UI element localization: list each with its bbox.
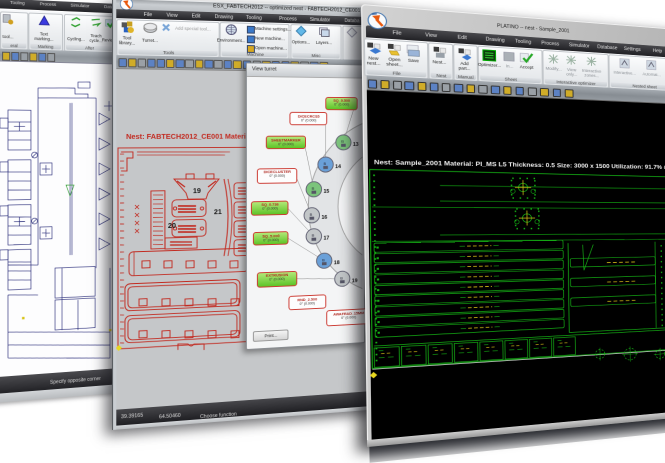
svg-text:16: 16	[322, 215, 329, 221]
svg-text:14: 14	[335, 164, 342, 169]
svg-text:B: B	[324, 161, 327, 166]
svg-text:15: 15	[324, 189, 331, 194]
svg-text:B: B	[312, 233, 315, 238]
svg-text:B: B	[341, 139, 344, 143]
svg-text:20: 20	[168, 221, 176, 230]
svg-text:B: B	[310, 212, 313, 217]
svg-text:19: 19	[193, 186, 201, 194]
svg-text:Nest: Sample_2001 Material: P: Nest: Sample_2001 Material: PI_MS L5 Thi…	[374, 160, 665, 171]
svg-text:21: 21	[214, 207, 222, 215]
svg-text:18: 18	[334, 260, 341, 266]
svg-text:Nest: FABTECH2012_CE001 Mater: Nest: FABTECH2012_CE001 Material:	[126, 132, 254, 141]
svg-text:B: B	[312, 186, 315, 191]
svg-text:13: 13	[353, 142, 359, 147]
svg-text:B: B	[322, 257, 325, 262]
svg-text:17: 17	[324, 236, 330, 242]
svg-text:19: 19	[352, 278, 358, 284]
svg-text:B: B	[340, 275, 343, 280]
